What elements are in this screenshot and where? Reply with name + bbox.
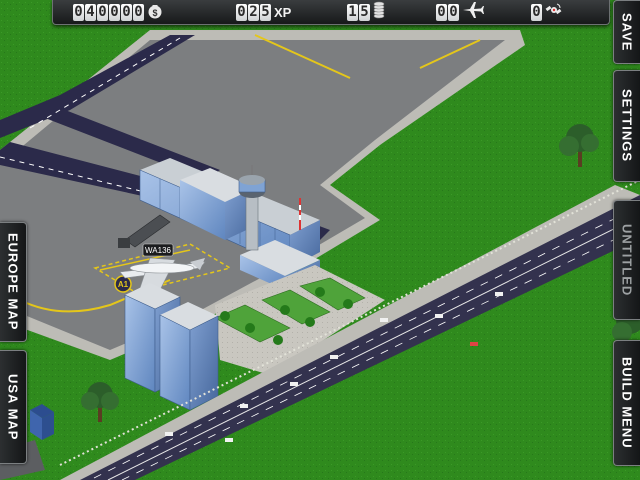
settings-button[interactable]: SETTINGS bbox=[613, 70, 640, 182]
money-digit: 0 bbox=[133, 3, 144, 21]
satellite-icon bbox=[545, 1, 563, 23]
xp-digit: 5 bbox=[260, 3, 271, 21]
traffic-counter: 0 bbox=[531, 2, 563, 22]
xp-unit-label: XP bbox=[274, 4, 292, 20]
money-digit: 0 bbox=[97, 3, 108, 21]
save-button[interactable]: SAVE bbox=[613, 0, 640, 64]
money-digit: 4 bbox=[85, 3, 96, 21]
coin-stack-icon bbox=[373, 1, 385, 23]
svg-text:$: $ bbox=[152, 8, 157, 18]
europe-map-label: EUROPE MAP bbox=[5, 233, 21, 331]
svg-text:WA136: WA136 bbox=[145, 246, 171, 255]
untitled-tab[interactable]: UNTITLED bbox=[613, 200, 640, 320]
usa-map-button[interactable]: USA MAP bbox=[0, 350, 27, 464]
money-digit: 0 bbox=[121, 3, 132, 21]
money-bag-icon: $ bbox=[147, 1, 163, 23]
svg-text:A1: A1 bbox=[118, 280, 129, 289]
aircraft-tag: WA136 bbox=[142, 243, 174, 257]
fuel-digit: 1 bbox=[347, 3, 358, 21]
planes-digit: 0 bbox=[436, 3, 447, 21]
xp-counter: 0 2 5 XP bbox=[236, 2, 291, 22]
game-world[interactable]: A1 WA136 bbox=[0, 0, 640, 480]
fuel-counter: 1 5 bbox=[347, 1, 385, 23]
settings-button-label: SETTINGS bbox=[619, 89, 635, 163]
traffic-digit: 0 bbox=[531, 3, 542, 21]
money-digit: 0 bbox=[73, 3, 84, 21]
build-menu-label: BUILD MENU bbox=[619, 357, 635, 449]
planes-counter: 0 0 bbox=[436, 2, 484, 22]
xp-digit: 2 bbox=[248, 3, 259, 21]
money-digit: 0 bbox=[109, 3, 120, 21]
airplane-icon bbox=[462, 1, 484, 23]
resource-bar: 0 4 0 0 0 0 $ 0 2 5 XP 1 5 0 0 0 bbox=[52, 0, 610, 25]
save-button-label: SAVE bbox=[619, 12, 635, 52]
office-tower-2[interactable] bbox=[159, 302, 219, 411]
fuel-digit: 5 bbox=[359, 3, 370, 21]
europe-map-button[interactable]: EUROPE MAP bbox=[0, 222, 27, 342]
xp-digit: 0 bbox=[236, 3, 247, 21]
usa-map-label: USA MAP bbox=[5, 373, 21, 441]
money-counter: 0 4 0 0 0 0 $ bbox=[73, 2, 163, 22]
build-menu-button[interactable]: BUILD MENU bbox=[613, 340, 640, 466]
planes-digit: 0 bbox=[448, 3, 459, 21]
untitled-tab-label: UNTITLED bbox=[619, 223, 635, 297]
